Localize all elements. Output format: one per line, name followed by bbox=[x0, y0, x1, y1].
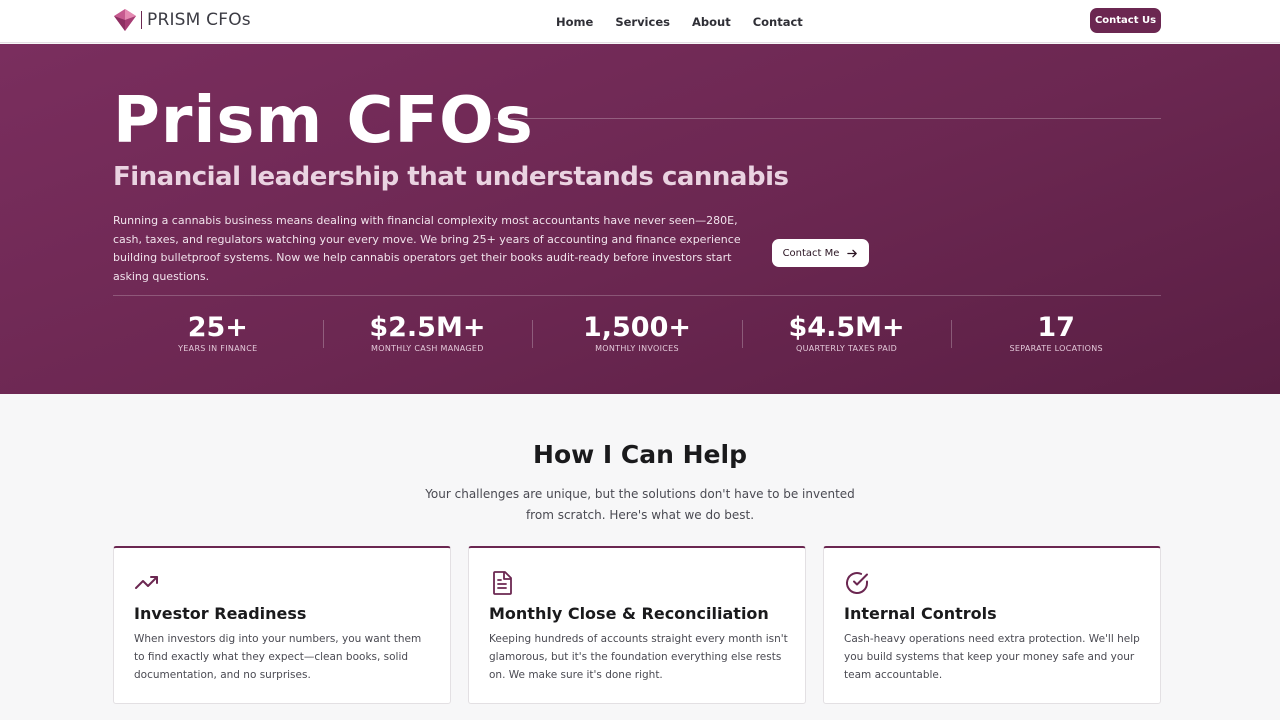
hero-divider bbox=[113, 295, 1161, 296]
stat-invoices: 1,500+ MONTHLY INVOICES bbox=[532, 312, 742, 360]
stat-label: YEARS IN FINANCE bbox=[178, 344, 258, 353]
card-body: Cash-heavy operations need extra protect… bbox=[844, 633, 1140, 681]
brand-logo[interactable]: PRISM CFOs bbox=[113, 6, 251, 34]
hero-title: Prism CFOs bbox=[113, 84, 534, 158]
hero-title-rule bbox=[494, 118, 1161, 119]
nav-link-about[interactable]: About bbox=[692, 15, 731, 29]
hero-section: Prism CFOs Financial leadership that und… bbox=[0, 44, 1280, 394]
stat-value: $2.5M+ bbox=[369, 312, 486, 343]
prism-logo-icon bbox=[114, 9, 136, 31]
contact-me-button[interactable]: Contact Me bbox=[772, 239, 869, 267]
hero-description: Running a cannabis business means dealin… bbox=[113, 214, 741, 283]
stat-value: $4.5M+ bbox=[788, 312, 905, 343]
document-icon bbox=[493, 571, 512, 595]
stat-label: MONTHLY CASH MANAGED bbox=[371, 344, 484, 353]
stat-value: 17 bbox=[1037, 312, 1075, 343]
card-title: Monthly Close & Reconciliation bbox=[489, 604, 769, 623]
contact-us-button[interactable]: Contact Us bbox=[1090, 8, 1161, 33]
section-description: Your challenges are unique, but the solu… bbox=[425, 487, 855, 522]
hero-subtitle: Financial leadership that understands ca… bbox=[113, 162, 789, 192]
nav-link-home[interactable]: Home bbox=[556, 15, 593, 29]
nav-link-contact[interactable]: Contact bbox=[753, 15, 803, 29]
top-navbar: PRISM CFOs Home Services About Contact C… bbox=[0, 0, 1280, 43]
section-title: How I Can Help bbox=[533, 440, 747, 469]
stat-value: 25+ bbox=[187, 312, 248, 343]
brand-name: PRISM CFOs bbox=[141, 11, 251, 29]
stat-taxes: $4.5M+ QUARTERLY TAXES PAID bbox=[741, 312, 952, 360]
stat-label: SEPARATE LOCATIONS bbox=[1009, 344, 1103, 353]
nav-links: Home Services About Contact bbox=[545, 0, 814, 43]
stats-row: 25+ YEARS IN FINANCE $2.5M+ MONTHLY CASH… bbox=[113, 312, 1161, 360]
card-title: Internal Controls bbox=[844, 604, 997, 623]
services-cards: Investor Readiness When investors dig in… bbox=[113, 546, 1161, 704]
stat-years: 25+ YEARS IN FINANCE bbox=[113, 312, 323, 360]
contact-me-label: Contact Me bbox=[782, 247, 840, 259]
service-card-internal-controls: Internal Controls Cash-heavy operations … bbox=[823, 546, 1161, 704]
arrow-right-icon bbox=[847, 249, 858, 257]
stat-label: QUARTERLY TAXES PAID bbox=[796, 344, 898, 353]
card-title: Investor Readiness bbox=[134, 604, 307, 623]
trending-up-icon bbox=[135, 576, 158, 589]
stat-value: 1,500+ bbox=[582, 312, 691, 343]
nav-link-services[interactable]: Services bbox=[615, 15, 670, 29]
card-body: Keeping hundreds of accounts straight ev… bbox=[489, 633, 788, 681]
stat-cash: $2.5M+ MONTHLY CASH MANAGED bbox=[322, 312, 533, 360]
service-card-monthly-close: Monthly Close & Reconciliation Keeping h… bbox=[468, 546, 806, 704]
card-body: When investors dig into your numbers, yo… bbox=[134, 633, 422, 681]
stat-label: MONTHLY INVOICES bbox=[595, 344, 679, 353]
service-card-investor-readiness: Investor Readiness When investors dig in… bbox=[113, 546, 451, 704]
check-circle-icon bbox=[846, 572, 868, 595]
stat-locations: 17 SEPARATE LOCATIONS bbox=[951, 312, 1161, 360]
